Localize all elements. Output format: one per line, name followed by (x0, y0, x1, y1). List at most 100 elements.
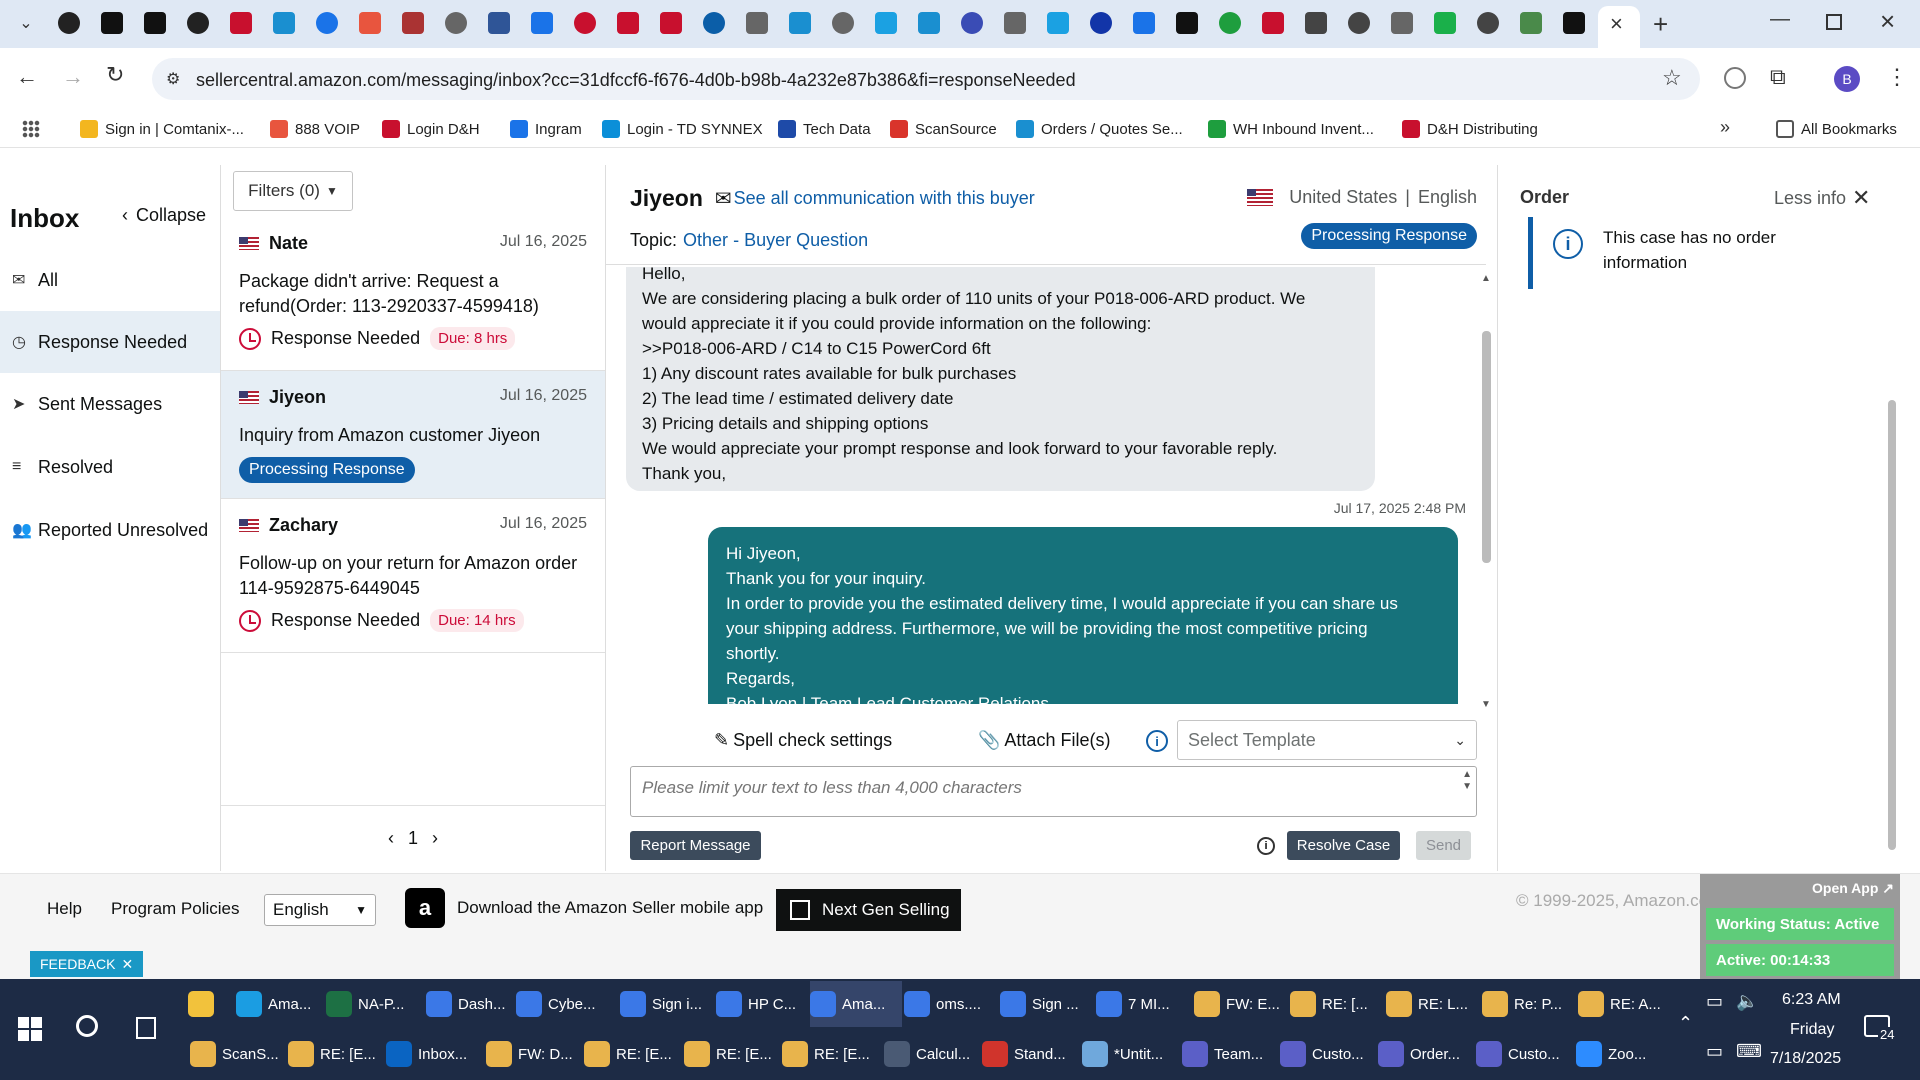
browser-tab[interactable] (187, 12, 209, 34)
browser-tab[interactable] (230, 12, 252, 34)
browser-tab[interactable] (832, 12, 854, 34)
forward-button[interactable]: → (62, 64, 84, 90)
browser-tab[interactable] (1348, 12, 1370, 34)
browser-tab[interactable] (144, 12, 166, 34)
feedback-button[interactable]: FEEDBACK ✕ (30, 951, 144, 977)
report-message-button[interactable]: Report Message (630, 831, 761, 860)
taskbar-app[interactable]: Ama... (236, 981, 328, 1027)
windows-start-icon[interactable] (18, 1017, 42, 1041)
browser-menu-icon[interactable]: ⋮ (1886, 64, 1908, 90)
more-bookmarks-icon[interactable]: » (1720, 117, 1730, 138)
taskbar-app[interactable]: Stand... (982, 1031, 1076, 1077)
taskbar-app[interactable]: Sign i... (620, 981, 712, 1027)
browser-tab[interactable] (1520, 12, 1542, 34)
browser-tab[interactable] (488, 12, 510, 34)
bookmark-item[interactable]: Login D&H (382, 118, 480, 140)
taskbar-app[interactable]: RE: [E... (288, 1031, 382, 1077)
program-policies-link[interactable]: Program Policies (111, 899, 240, 919)
nav-item-reported-unresolved[interactable]: 👥 Reported Unresolved (0, 499, 220, 561)
taskbar-app[interactable]: RE: [E... (584, 1031, 678, 1077)
taskbar-app[interactable]: RE: [E... (782, 1031, 876, 1077)
taskbar-app[interactable]: RE: L... (1386, 981, 1478, 1027)
attach-files-button[interactable]: 📎 Attach File(s) (978, 730, 1110, 751)
taskbar-app[interactable]: Ama... (810, 981, 902, 1027)
bookmark-item[interactable]: ScanSource (890, 118, 997, 140)
taskbar-app[interactable]: 7 MI... (1096, 981, 1188, 1027)
compose-textarea[interactable]: Please limit your text to less than 4,00… (630, 766, 1477, 817)
taskbar-app[interactable]: Custo... (1280, 1031, 1374, 1077)
messages-scroll-area[interactable]: Hello, We are considering placing a bulk … (606, 267, 1497, 704)
bookmark-star-icon[interactable]: ☆ (1662, 65, 1682, 91)
browser-tab[interactable] (1262, 12, 1284, 34)
tab-search-button[interactable]: ⌄ (14, 12, 38, 36)
page-scroll-thumb[interactable] (1888, 400, 1896, 850)
taskbar-app[interactable]: Team... (1182, 1031, 1276, 1077)
thread-scrollbar[interactable]: ▲ ▼ (1480, 273, 1492, 710)
bookmark-item[interactable]: WH Inbound Invent... (1208, 118, 1374, 140)
browser-tab[interactable] (1305, 12, 1327, 34)
browser-tab[interactable] (1176, 12, 1198, 34)
reload-button[interactable]: ↻ (106, 62, 124, 88)
close-icon[interactable]: ✕ (121, 956, 133, 973)
bookmark-item[interactable]: D&H Distributing (1402, 118, 1538, 140)
restore-button[interactable] (1826, 14, 1842, 30)
taskbar-app[interactable]: Custo... (1476, 1031, 1570, 1077)
taskbar-app[interactable]: oms.... (904, 981, 996, 1027)
browser-tab[interactable] (359, 12, 381, 34)
conversation-item-zachary[interactable]: Zachary Jul 16, 2025 Follow-up on your r… (221, 499, 605, 653)
apps-grid-icon[interactable] (22, 120, 40, 138)
taskbar-app[interactable] (188, 981, 228, 1027)
conversation-item-jiyeon[interactable]: Jiyeon Jul 16, 2025 Inquiry from Amazon … (221, 371, 605, 499)
help-link[interactable]: Help (47, 899, 82, 919)
resolve-info-icon[interactable]: i (1257, 837, 1275, 855)
filters-button[interactable]: Filters (0) ▼ (233, 171, 353, 211)
taskbar-app[interactable]: RE: [... (1290, 981, 1382, 1027)
browser-tab[interactable] (875, 12, 897, 34)
select-template-dropdown[interactable]: Select Template ⌄ (1177, 720, 1477, 760)
collapse-button[interactable]: ‹ Collapse (122, 205, 206, 226)
browser-tab[interactable] (1477, 12, 1499, 34)
browser-tab[interactable] (617, 12, 639, 34)
bookmark-item[interactable]: Orders / Quotes Se... (1016, 118, 1183, 140)
search-icon[interactable] (76, 1015, 98, 1037)
bookmark-item[interactable]: Login - TD SYNNEX (602, 118, 763, 140)
taskbar-app[interactable]: Zoo... (1576, 1031, 1670, 1077)
next-gen-selling-button[interactable]: Next Gen Selling (776, 889, 961, 931)
seller-app-download[interactable]: a Download the Amazon Seller mobile app (405, 888, 763, 928)
see-all-communication-link[interactable]: See all communication with this buyer (734, 188, 1035, 209)
textarea-resize-handle[interactable]: ▲ ▼ (1462, 769, 1472, 793)
nav-item-resolved[interactable]: ≡ Resolved (0, 436, 220, 498)
scroll-up-arrow[interactable]: ▲ (1481, 273, 1491, 284)
network-icon[interactable]: ▭ (1706, 991, 1723, 1012)
volume-icon[interactable]: 🔈 (1736, 991, 1758, 1012)
address-bar[interactable]: ⚙ sellercentral.amazon.com/messaging/inb… (152, 58, 1700, 100)
taskbar-app[interactable]: HP C... (716, 981, 808, 1027)
minimize-button[interactable]: — (1770, 8, 1790, 31)
tray-chevron-icon[interactable]: ⌃ (1678, 1013, 1693, 1034)
browser-tab[interactable] (703, 12, 725, 34)
browser-tab[interactable] (531, 12, 553, 34)
taskbar-app[interactable]: Inbox... (386, 1031, 480, 1077)
browser-tab[interactable] (1391, 12, 1413, 34)
browser-tab[interactable] (574, 12, 596, 34)
taskbar-app[interactable]: Calcul... (884, 1031, 978, 1077)
taskbar-app[interactable]: Re: P... (1482, 981, 1574, 1027)
taskbar-app[interactable]: NA-P... (326, 981, 418, 1027)
browser-tab[interactable] (1219, 12, 1241, 34)
task-view-icon[interactable] (136, 1017, 156, 1039)
page-scrollbar[interactable] (1885, 150, 1899, 980)
bookmark-item[interactable]: Sign in | Comtanix-... (80, 118, 244, 140)
browser-tab[interactable] (746, 12, 768, 34)
browser-tab[interactable] (101, 12, 123, 34)
browser-tab[interactable] (1434, 12, 1456, 34)
profile-avatar[interactable]: B (1834, 66, 1860, 92)
clock-time[interactable]: 6:23 AM (1782, 991, 1841, 1009)
browser-tab[interactable] (918, 12, 940, 34)
taskbar-app[interactable]: Order... (1378, 1031, 1472, 1077)
scroll-thumb[interactable] (1482, 331, 1491, 563)
less-info-button[interactable]: Less info ✕ (1774, 185, 1870, 211)
language-select[interactable]: English ▼ (264, 894, 376, 926)
taskbar-app[interactable]: *Untit... (1082, 1031, 1176, 1077)
globe-icon[interactable] (1724, 67, 1746, 89)
spell-check-button[interactable]: ✎ Spell check settings (714, 730, 892, 751)
